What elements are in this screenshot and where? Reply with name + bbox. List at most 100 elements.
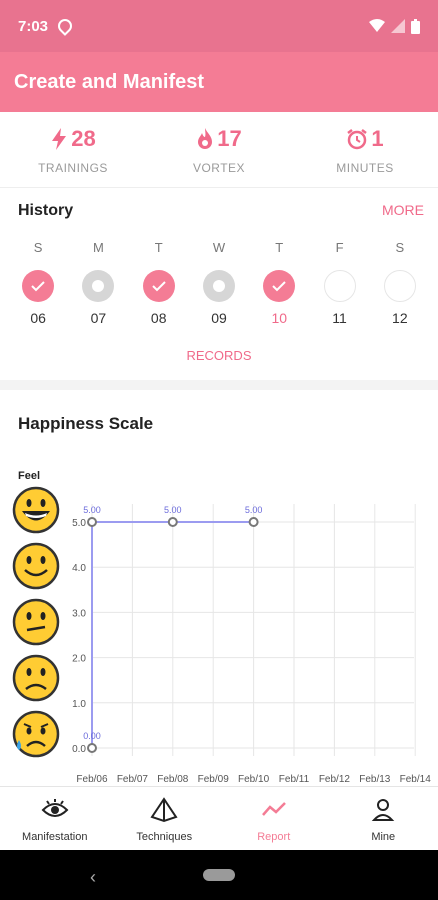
tab-label: Mine <box>371 831 396 843</box>
day-date: 11 <box>332 310 347 326</box>
y-tick-label: 0.0 <box>72 744 86 755</box>
pyramid-icon <box>150 797 178 823</box>
bottom-nav: Manifestation Techniques Report Mine <box>0 786 438 850</box>
incomplete-ring-icon <box>82 270 115 302</box>
neutral-face-icon <box>12 598 60 646</box>
x-tick-label: Feb/11 <box>279 774 310 785</box>
y-tick-label: 3.0 <box>72 608 86 619</box>
back-icon[interactable]: ‹ <box>90 867 96 888</box>
stat-vortex: 17 VORTEX <box>146 112 292 187</box>
check-icon <box>142 270 175 302</box>
feel-label: Feel <box>18 470 41 482</box>
tab-label: Techniques <box>136 831 193 843</box>
tab-report[interactable]: Report <box>219 787 329 850</box>
status-time: 7:03 <box>18 17 49 35</box>
records-link[interactable]: RECORDS <box>0 348 438 363</box>
day-date: 07 <box>90 310 107 326</box>
lightning-icon <box>52 128 67 150</box>
day-of-week: M <box>93 240 104 255</box>
day-cell[interactable]: F 11 <box>314 240 366 326</box>
data-label: 5.00 <box>245 505 263 515</box>
x-tick-label: Feb/14 <box>400 774 432 785</box>
stat-value: 28 <box>71 126 96 151</box>
alarm-clock-icon <box>347 129 368 150</box>
week-row: S 06 M 07 T 08 W 09 T 10 F 11 S 12 <box>8 240 430 326</box>
day-date: 09 <box>211 310 227 326</box>
x-tick-label: Feb/13 <box>359 774 391 785</box>
tab-techniques[interactable]: Techniques <box>110 787 220 850</box>
line-chart-icon <box>261 802 286 816</box>
flame-icon <box>198 128 213 149</box>
stat-label: VORTEX <box>192 161 246 175</box>
empty-circle-icon <box>383 270 416 302</box>
day-date: 06 <box>30 310 46 326</box>
x-tick-label: Feb/08 <box>157 774 189 785</box>
day-date: 08 <box>150 310 167 326</box>
tab-mine[interactable]: Mine <box>329 787 438 850</box>
history-title: History <box>18 202 74 219</box>
eye-icon <box>41 799 69 817</box>
day-cell[interactable]: T 10 <box>253 240 305 326</box>
tab-manifestation[interactable]: Manifestation <box>0 787 110 850</box>
y-tick-label: 2.0 <box>72 654 86 665</box>
day-of-week: T <box>275 240 284 255</box>
more-link[interactable]: MORE <box>382 202 424 218</box>
day-of-week: S <box>395 240 405 255</box>
home-pill[interactable] <box>203 869 235 881</box>
smiling-face-icon <box>12 542 60 590</box>
system-nav-bar: ‹ <box>0 850 438 900</box>
stat-trainings: 28 TRAININGS <box>0 112 146 187</box>
day-cell[interactable]: S 12 <box>374 240 426 326</box>
y-tick-label: 5.0 <box>72 518 86 529</box>
section-divider <box>0 380 438 390</box>
location-icon <box>55 16 75 36</box>
stat-value: 1 <box>371 126 384 151</box>
day-of-week: W <box>212 240 226 255</box>
app-bar: Create and Manifest <box>0 52 438 112</box>
happiness-title: Happiness Scale <box>18 414 154 433</box>
grinning-face-icon <box>12 486 60 534</box>
incomplete-ring-icon <box>202 270 235 302</box>
x-tick-label: Feb/07 <box>117 774 149 785</box>
signal-icon <box>391 19 405 33</box>
empty-circle-icon <box>323 270 356 302</box>
data-point <box>167 517 178 527</box>
stat-minutes: 1 MINUTES <box>292 112 438 187</box>
wifi-icon <box>369 19 385 32</box>
status-bar: 7:03 <box>0 0 438 52</box>
y-tick-label: 1.0 <box>72 699 86 710</box>
day-cell[interactable]: M 07 <box>72 240 124 326</box>
stat-label: TRAININGS <box>38 161 108 175</box>
person-icon <box>372 799 395 821</box>
frowning-face-icon <box>12 654 60 702</box>
x-tick-label: Feb/12 <box>319 774 351 785</box>
x-tick-label: Feb/09 <box>198 774 230 785</box>
day-cell[interactable]: W 09 <box>193 240 245 326</box>
happiness-chart: 0.0 1.0 2.0 3.0 4.0 5.0 Feb/06 Feb/07 Feb/08 Feb/… <box>72 504 432 785</box>
data-point <box>248 517 259 527</box>
day-cell[interactable]: T 08 <box>133 240 185 326</box>
x-tick-label: Feb/10 <box>238 774 270 785</box>
x-tick-label: Feb/06 <box>76 774 108 785</box>
history-section: History MORE S 06 M 07 T 08 W 09 T 10 F <box>0 188 438 380</box>
data-label: 5.00 <box>83 505 101 515</box>
stat-value: 17 <box>217 126 242 151</box>
battery-icon <box>411 18 420 34</box>
day-cell[interactable]: S 06 <box>12 240 64 326</box>
data-label: 5.00 <box>164 505 182 515</box>
day-of-week: T <box>154 240 163 255</box>
y-tick-label: 4.0 <box>72 563 86 574</box>
day-date: 12 <box>392 310 408 326</box>
tab-label: Manifestation <box>22 831 88 843</box>
check-icon <box>22 270 55 302</box>
sad-sweat-face-icon <box>12 710 60 758</box>
day-date-today: 10 <box>271 310 288 326</box>
tab-label: Report <box>257 831 291 843</box>
data-label: 0.00 <box>83 731 101 741</box>
stats-row: 28 TRAININGS 17 VORTEX 1 MINUTES <box>0 112 438 188</box>
check-icon <box>263 270 296 302</box>
day-of-week: S <box>33 240 43 255</box>
page-title: Create and Manifest <box>14 70 205 93</box>
stat-label: MINUTES <box>336 161 394 175</box>
day-of-week: F <box>335 240 344 255</box>
